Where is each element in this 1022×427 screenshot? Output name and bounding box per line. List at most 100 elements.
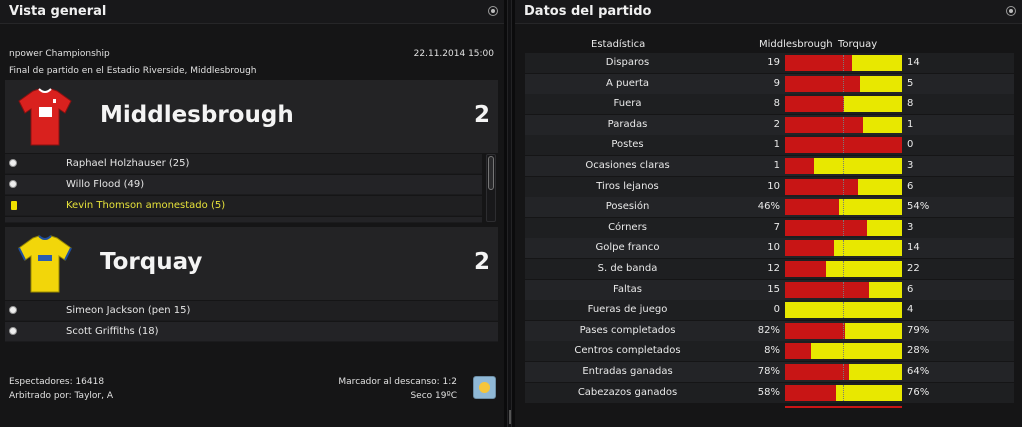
stat-comparison-bar [785,158,902,174]
stat-away-value: 3 [907,160,914,171]
away-team-score: 2 [473,249,490,275]
stat-name: A puerta [605,77,650,89]
stat-home-bar [785,158,815,174]
overview-panel-header: Vista general [0,0,504,24]
stat-away-value: 14 [907,242,920,254]
stat-row: Fueras de juego 0 4 [525,300,1014,321]
stat-name: Tiros lejanos [596,180,659,192]
stat-home-value: 7 [773,221,780,233]
stats-table-partial-bar [785,406,902,408]
stat-comparison-bar [785,178,902,195]
match-stats-panel: Datos del partido Estadística Middlesbro… [515,0,1022,427]
competition-name: npower Championship [9,49,110,59]
stat-name: Córners [608,221,647,233]
goal-ball-icon [9,159,17,167]
events-scrollbar[interactable] [486,154,496,222]
stat-away-value: 6 [907,283,914,295]
stat-row: Posesión 46% 54% [525,197,1014,218]
stat-row: Centros completados 8% 28% [525,341,1014,362]
event-text: Raphael Holzhauser (25) [66,158,190,169]
stat-bar-midline [843,384,844,401]
home-event-row: Raphael Holzhauser (25) [5,154,482,174]
stat-home-bar [785,281,869,298]
events-scrollbar-thumb[interactable] [488,156,494,190]
stat-bar-midline [843,261,844,277]
stat-home-bar [785,322,845,339]
match-venue: Final de partido en el Estadio Riverside… [9,66,257,76]
stat-name: Golpe franco [595,242,660,254]
home-team-header[interactable]: Middlesbrough 2 [5,80,498,153]
stats-header-stat: Estadística [591,39,646,50]
stat-away-value: 79% [907,324,930,336]
stat-row: Fuera 8 8 [525,94,1014,115]
stat-away-value: 4 [907,304,914,316]
stat-comparison-bar [785,261,902,277]
stat-home-bar [785,343,811,360]
away-team-name: Torquay [100,249,203,275]
stat-bar-midline [843,55,844,71]
event-text: Kevin Thomson amonestado (5) [66,200,226,211]
stat-row: S. de banda 12 22 [525,259,1014,279]
home-shirt-icon [18,88,72,146]
stat-home-bar [785,75,861,92]
sunny-weather-icon [473,376,496,399]
stat-name: Entradas ganadas [582,366,673,377]
home-team-name: Middlesbrough [100,102,294,128]
overview-panel: Vista general npower Championship 22.11.… [0,0,504,427]
stat-home-bar [785,364,850,380]
attendance: Espectadores: 16418 [9,377,105,387]
home-team-score: 2 [473,102,490,128]
stat-comparison-bar [785,343,902,360]
stat-bar-midline [843,116,844,133]
stat-home-value: 15 [767,283,780,295]
stat-name: Postes [611,139,644,151]
stat-name: Cabezazos ganados [577,386,678,398]
splitter-grip[interactable] [509,410,511,424]
stat-bar-midline [843,158,844,174]
stat-home-value: 1 [773,139,780,151]
stat-home-value: 12 [767,263,780,274]
stat-row: Ocasiones claras 1 3 [525,156,1014,176]
stat-bar-midline [843,219,844,236]
stat-home-bar [785,219,867,236]
stat-home-value: 82% [757,324,780,336]
away-shirt-icon [18,235,72,293]
overview-panel-title: Vista general [9,4,107,19]
stat-comparison-bar [785,55,902,71]
stat-away-value: 54% [907,201,930,213]
stat-home-value: 8 [773,98,780,110]
stat-away-value: 1 [907,118,914,130]
stat-comparison-bar [785,219,902,236]
home-event-row: Willo Flood (49) [5,175,482,195]
stat-row: Golpe franco 10 14 [525,238,1014,259]
stat-bar-midline [843,75,844,92]
referee: Arbitrado por: Taylor, A [9,391,113,401]
stat-away-value: 8 [907,98,914,110]
stat-comparison-bar [785,116,902,133]
stat-comparison-bar [785,302,902,319]
stat-bar-midline [843,137,844,154]
stat-bar-midline [843,281,844,298]
panel-options-icon[interactable] [488,6,498,16]
stat-away-value: 6 [907,180,914,192]
stat-row: Postes 1 0 [525,135,1014,156]
stat-home-value: 9 [773,77,780,89]
stat-home-bar [785,96,844,113]
stats-header-home: Middlesbrough [759,39,833,50]
panel-splitter[interactable] [507,0,512,427]
away-event-row: Scott Griffiths (18) [5,322,498,342]
stat-row: Entradas ganadas 78% 64% [525,362,1014,382]
away-team-header[interactable]: Torquay 2 [5,227,498,300]
yellow-card-icon [11,201,17,210]
stat-home-value: 78% [757,366,780,377]
stat-away-value: 14 [907,57,920,68]
stat-name: Centros completados [574,345,681,357]
stat-away-value: 5 [907,77,914,89]
halftime-score: Marcador al descanso: 1:2 [338,377,457,387]
stat-bar-midline [843,96,844,113]
panel-options-icon[interactable] [1006,6,1016,16]
stat-home-value: 10 [767,180,780,192]
stat-bar-midline [843,199,844,216]
stat-home-bar [785,384,836,401]
stat-away-value: 3 [907,221,914,233]
